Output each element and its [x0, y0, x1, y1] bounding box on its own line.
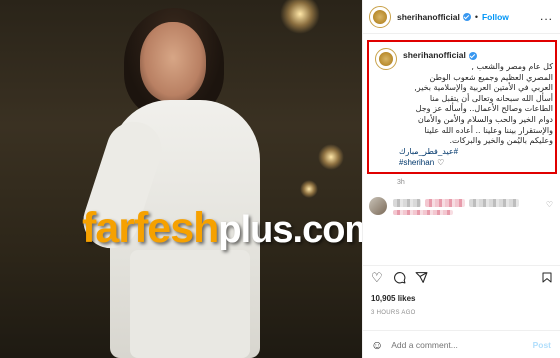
heart-icon [437, 157, 444, 168]
watermark-logo: farfeshplus.com [82, 204, 362, 253]
comment-text-blurred [425, 199, 465, 207]
watermark-part2: plus.com [218, 209, 362, 251]
caption-username-text: sherihanofficial [403, 50, 466, 60]
caption-line: دوام الخير والحب والسلام والأمن والأمان [417, 114, 553, 124]
stage-light-2 [318, 144, 344, 170]
post-side-panel: sherihanofficial • Follow ... sherihanof… [362, 0, 560, 358]
more-options-icon[interactable]: ... [540, 9, 553, 23]
caption-highlight: sherihanofficial كل عام ومصر والشعب , ال… [367, 40, 557, 174]
hashtag-eid[interactable]: #عيد_فطر_مبارك [399, 146, 458, 157]
caption-line: والإستقرار بيننا وعلينا .. أعاده الله عل… [424, 125, 553, 135]
watermark-part1: farfesh [82, 204, 219, 252]
verified-badge-icon [468, 51, 477, 60]
comment-avatar[interactable] [369, 197, 387, 215]
emoji-icon[interactable]: ☺ [371, 338, 383, 352]
stage-light-3 [300, 180, 318, 198]
hashtags: #عيد_فطر_مبارك #sherihan [399, 146, 458, 168]
comment-text-blurred [469, 199, 519, 207]
caption-line: أسأل الله سبحانه وتعالى أن يتقبل منا [429, 93, 553, 103]
caption-line: المصري العظيم وجميع شعوب الوطن [429, 72, 553, 82]
header-separator: • [474, 11, 478, 22]
comment-text-blurred [393, 210, 453, 215]
heart-icon[interactable] [371, 271, 383, 284]
verified-badge-icon [462, 12, 471, 21]
caption-username[interactable]: sherihanofficial [403, 50, 477, 60]
likes-count[interactable]: 10,905 likes [371, 294, 415, 303]
comment-like-icon[interactable] [546, 200, 553, 209]
follow-button[interactable]: Follow [482, 12, 509, 22]
add-comment-bar: ☺ Post [363, 330, 560, 358]
caption-text: كل عام ومصر والشعب , المصري العظيم وجميع… [373, 62, 553, 147]
figure-head [140, 22, 206, 102]
figure-pants [130, 250, 250, 358]
caption-time: 3h [397, 179, 405, 186]
post-button[interactable]: Post [533, 340, 551, 350]
avatar[interactable] [369, 5, 391, 28]
hashtag-sherihan[interactable]: #sherihan [399, 158, 434, 167]
avatar-image [373, 9, 387, 24]
comment-icon[interactable] [393, 271, 406, 286]
post-header: sherihanofficial • Follow ... [363, 0, 560, 34]
header-username[interactable]: sherihanofficial [397, 12, 460, 22]
hashtag-row: #sherihan [399, 157, 458, 168]
bookmark-icon[interactable] [541, 271, 553, 286]
comment-username-blurred [393, 199, 421, 207]
post-photo[interactable]: farfeshplus.com [0, 0, 362, 358]
post-timestamp: 3 HOURS AGO [371, 310, 416, 316]
action-bar [363, 265, 560, 287]
caption-line: الطاعات وصالح الأعمال.. وأسأله عز وجل [415, 104, 553, 114]
comment-input[interactable] [391, 339, 522, 350]
stage-light-1 [280, 0, 320, 34]
caption-line: العربي في الأمتين العربية والإسلامية بخي… [414, 83, 553, 93]
comment-item [369, 197, 555, 217]
caption-line: كل عام ومصر والشعب , [471, 62, 553, 71]
share-icon[interactable] [415, 271, 428, 286]
